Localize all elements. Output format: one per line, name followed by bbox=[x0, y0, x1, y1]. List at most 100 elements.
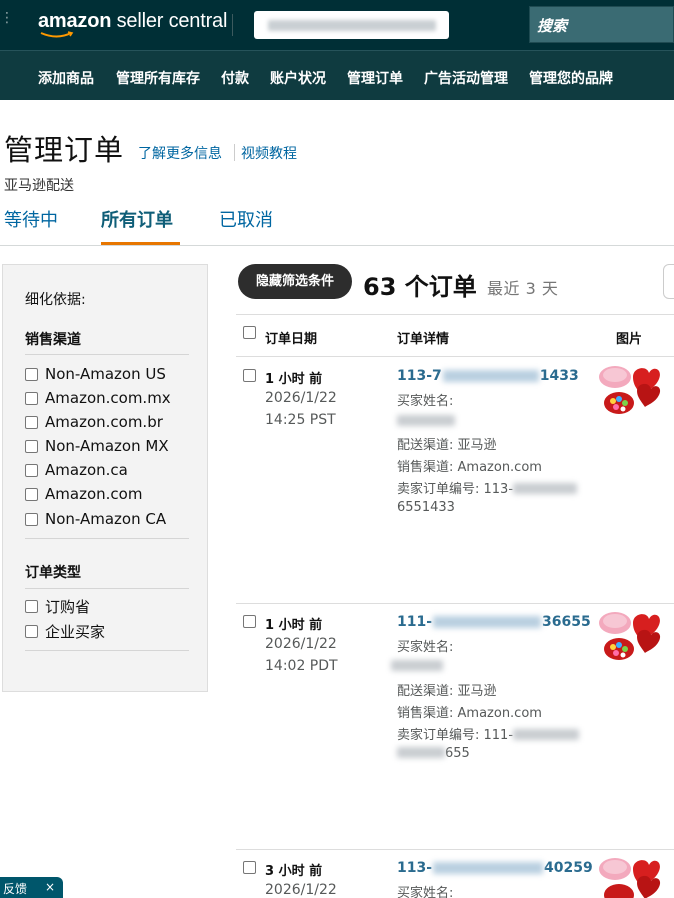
seller-order-id-tail: 655 bbox=[397, 746, 470, 761]
feedback-tab[interactable]: 反馈 × bbox=[0, 877, 63, 898]
column-order-details: 订单详情 bbox=[397, 332, 450, 347]
order-type-title: 订单类型 bbox=[25, 565, 81, 581]
marketplace-selector[interactable] bbox=[254, 11, 449, 39]
sales-channel: 销售渠道: Amazon.com bbox=[397, 460, 542, 475]
video-tutorial-link[interactable]: 视频教程 bbox=[241, 143, 297, 163]
filter-option-label: Amazon.com bbox=[45, 485, 143, 503]
table-divider bbox=[236, 356, 674, 357]
order-age: 1 小时 前 bbox=[265, 618, 323, 633]
filter-option-label: Amazon.com.mx bbox=[45, 389, 171, 407]
page-title: 管理订单 bbox=[4, 133, 125, 167]
order-age: 1 小时 前 bbox=[265, 372, 323, 387]
filter-option-amazon-ca[interactable]: Amazon.ca bbox=[25, 459, 128, 481]
order-date: 2026/1/22 bbox=[265, 390, 337, 406]
nav-manage-inventory[interactable]: 管理所有库存 bbox=[116, 68, 200, 88]
filter-option-label: 订购省 bbox=[45, 597, 91, 616]
order-time: 14:02 PDT bbox=[265, 658, 338, 674]
filter-option-label: Non-Amazon US bbox=[45, 365, 166, 383]
filter-option-subscribe-save[interactable]: 订购省 bbox=[25, 595, 90, 617]
order-id-link[interactable]: 113-7 1433 bbox=[397, 368, 579, 384]
tab-pending[interactable]: 等待中 bbox=[4, 206, 58, 232]
top-bar: ⋮ amazon seller central 搜索 bbox=[0, 0, 674, 50]
order-id-prefix: 113- bbox=[397, 860, 433, 876]
nav-manage-orders[interactable]: 管理订单 bbox=[347, 68, 403, 88]
table-divider bbox=[236, 849, 674, 850]
filter-option-label: 企业买家 bbox=[45, 622, 106, 641]
nav-campaign-manager[interactable]: 广告活动管理 bbox=[424, 68, 508, 88]
search-input[interactable]: 搜索 bbox=[529, 6, 674, 43]
logo-seller-central-text: seller central bbox=[116, 10, 228, 32]
tab-all-orders[interactable]: 所有订单 bbox=[101, 206, 173, 232]
nav-payments[interactable]: 付款 bbox=[221, 68, 249, 88]
order-age: 3 小时 前 bbox=[265, 864, 323, 879]
product-thumbnail[interactable] bbox=[597, 363, 661, 427]
sales-channel-title: 销售渠道 bbox=[25, 332, 81, 348]
feedback-label: 反馈 bbox=[3, 882, 28, 896]
buyer-name-label: 买家姓名: bbox=[397, 886, 454, 898]
menu-icon[interactable]: ⋮ bbox=[0, 10, 14, 40]
date-range-dropdown[interactable] bbox=[663, 264, 674, 299]
filter-divider bbox=[25, 538, 189, 539]
column-image: 图片 bbox=[616, 332, 643, 347]
logo-amazon-text: amazon bbox=[38, 10, 112, 32]
nav-manage-brand[interactable]: 管理您的品牌 bbox=[529, 68, 613, 88]
order-id-link[interactable]: 113- 40259 bbox=[397, 860, 593, 876]
fulfillment-channel: 配送渠道: 亚马逊 bbox=[397, 684, 497, 699]
filter-heading: 细化依据: bbox=[25, 292, 86, 308]
buyer-name-label: 买家姓名: bbox=[397, 394, 454, 409]
link-separator bbox=[234, 144, 235, 161]
filter-option-non-amazon-us[interactable]: Non-Amazon US bbox=[25, 363, 166, 385]
row-checkbox[interactable] bbox=[243, 861, 256, 874]
checkbox[interactable] bbox=[25, 415, 38, 429]
nav-account-health[interactable]: 账户状况 bbox=[270, 68, 326, 88]
filter-divider bbox=[25, 354, 189, 355]
row-checkbox[interactable] bbox=[243, 615, 256, 628]
checkbox[interactable] bbox=[25, 367, 38, 381]
order-id-suffix: 40259 bbox=[544, 860, 593, 876]
checkbox[interactable] bbox=[25, 487, 38, 501]
order-date: 2026/1/22 bbox=[265, 882, 337, 898]
close-icon[interactable]: × bbox=[45, 880, 55, 894]
filter-option-label: Amazon.com.br bbox=[45, 413, 163, 431]
hide-filters-button[interactable]: 隐藏筛选条件 bbox=[238, 264, 352, 299]
seller-central-logo[interactable]: amazon seller central bbox=[38, 10, 227, 33]
nav-add-products[interactable]: 添加商品 bbox=[38, 68, 94, 88]
order-date: 2026/1/22 bbox=[265, 636, 337, 652]
checkbox[interactable] bbox=[25, 512, 38, 526]
checkbox[interactable] bbox=[25, 463, 38, 477]
header-divider bbox=[232, 14, 233, 36]
filter-option-non-amazon-mx[interactable]: Non-Amazon MX bbox=[25, 435, 169, 457]
filter-divider bbox=[25, 588, 189, 589]
seller-order-id-label: 卖家订单编号: 111- bbox=[397, 728, 514, 743]
filter-panel: 细化依据: 销售渠道 Non-Amazon US Amazon.com.mx A… bbox=[2, 264, 208, 692]
learn-more-link[interactable]: 了解更多信息 bbox=[138, 143, 222, 163]
date-range-label: 最近 3 天 bbox=[487, 279, 559, 298]
checkbox[interactable] bbox=[25, 599, 38, 613]
order-id-prefix: 113-7 bbox=[397, 368, 442, 384]
filter-option-amazon-com[interactable]: Amazon.com bbox=[25, 483, 142, 505]
filter-option-amazon-com-br[interactable]: Amazon.com.br bbox=[25, 411, 163, 433]
select-all-checkbox[interactable] bbox=[243, 326, 256, 339]
product-thumbnail[interactable] bbox=[597, 855, 661, 898]
search-placeholder: 搜索 bbox=[537, 17, 568, 35]
buyer-name-label: 买家姓名: bbox=[397, 640, 454, 655]
table-divider bbox=[236, 314, 674, 315]
filter-option-label: Amazon.ca bbox=[45, 461, 128, 479]
checkbox[interactable] bbox=[25, 624, 38, 638]
row-checkbox[interactable] bbox=[243, 369, 256, 382]
tab-cancelled[interactable]: 已取消 bbox=[219, 206, 273, 232]
product-thumbnail[interactable] bbox=[597, 609, 661, 673]
filter-option-business-buyer[interactable]: 企业买家 bbox=[25, 620, 105, 642]
fulfillment-note: 亚马逊配送 bbox=[4, 178, 74, 194]
checkbox[interactable] bbox=[25, 439, 38, 453]
buyer-name-masked bbox=[391, 660, 443, 671]
order-id-link[interactable]: 111- 36655 bbox=[397, 614, 591, 630]
filter-option-amazon-com-mx[interactable]: Amazon.com.mx bbox=[25, 387, 171, 409]
main-nav: 添加商品 管理所有库存 付款 账户状况 管理订单 广告活动管理 管理您的品牌 bbox=[0, 50, 674, 100]
seller-order-id-label: 卖家订单编号: 113- bbox=[397, 482, 514, 497]
filter-option-non-amazon-ca[interactable]: Non-Amazon CA bbox=[25, 508, 166, 530]
sales-channel: 销售渠道: Amazon.com bbox=[397, 706, 542, 721]
filter-option-label: Non-Amazon MX bbox=[45, 437, 169, 455]
filter-divider bbox=[25, 650, 189, 651]
checkbox[interactable] bbox=[25, 391, 38, 405]
